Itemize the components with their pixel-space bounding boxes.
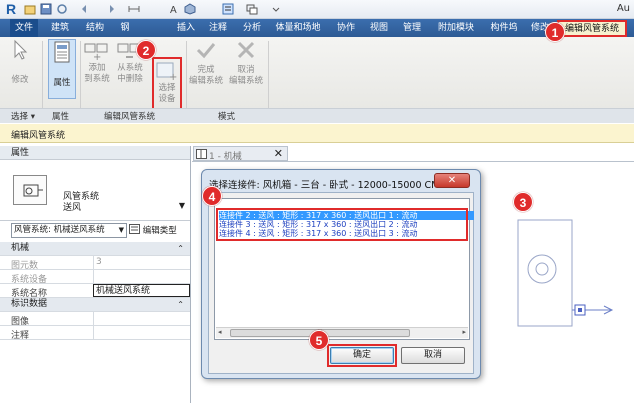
properties-button[interactable]: 属性 [48, 39, 76, 99]
callout-3: 3 [513, 192, 533, 212]
add-to-system-button[interactable]: + 添加 到系统 [82, 39, 112, 85]
measure-icon[interactable] [128, 3, 140, 15]
category-mechanical[interactable]: 机械 ⌃ [0, 242, 190, 256]
dialog-body: 连接件 2 : 送风 : 矩形 : 317 x 360 : 送风出口 1 : 流… [208, 192, 474, 374]
ribbon-tabs: 文件 建筑 结构 钢 插入 注释 分析 体量和场地 协作 视图 管理 附加模块 … [0, 19, 634, 37]
thin-lines-icon[interactable] [222, 3, 234, 15]
redo-icon[interactable] [104, 3, 116, 15]
switch-windows-icon[interactable] [246, 3, 258, 15]
instance-filter-dropdown[interactable]: 风管系统: 机械送风系统 ▼ [11, 223, 127, 238]
scroll-right-icon[interactable]: ▸ [462, 328, 466, 336]
properties-group-label: 属性 [52, 112, 70, 122]
ribbon-group-labels: 选择 ▾ 属性 编辑风管系统 模式 [0, 108, 634, 123]
tab-view[interactable]: 视图 [365, 19, 393, 37]
undo-icon[interactable] [80, 3, 92, 15]
collapse-icon: ⌃ [177, 300, 184, 309]
system-name-field[interactable]: 机械送风系统 [93, 284, 190, 297]
ok-highlight-box [327, 344, 397, 367]
cancel-editing-button[interactable]: 取消 编辑系统 [228, 39, 264, 87]
tab-massing-site[interactable]: 体量和场地 [270, 19, 326, 37]
highlight-box [216, 208, 468, 241]
customize-icon[interactable] [270, 3, 282, 15]
tab-annotate[interactable]: 注释 [204, 19, 232, 37]
options-bar: 编辑风管系统 [0, 124, 634, 143]
scroll-left-icon[interactable]: ◂ [218, 328, 222, 336]
tab-file[interactable]: 文件 [10, 19, 38, 37]
cancel-button[interactable]: 取消 [401, 347, 465, 364]
property-row: 系统设备 [0, 270, 190, 285]
options-bar-label: 编辑风管系统 [11, 131, 66, 141]
select-connector-dialog: 选择连接件: 风机箱 - 三台 - 卧式 - 12000-15000 CMH ✕… [201, 169, 481, 379]
tab-collaborate[interactable]: 协作 [332, 19, 360, 37]
instance-filter-row: 风管系统: 机械送风系统 ▼ 编辑类型 [0, 223, 190, 240]
modify-button[interactable]: 修改 [6, 39, 34, 86]
tab-steel[interactable]: 钢 [115, 19, 135, 37]
dialog-title: 选择连接件: 风机箱 - 三台 - 卧式 - 12000-15000 CMH [209, 180, 447, 191]
connector-list[interactable]: 连接件 2 : 送风 : 矩形 : 317 x 360 : 送风出口 1 : 流… [214, 198, 474, 340]
3d-view-icon[interactable] [184, 3, 196, 15]
duct-system-type-icon [13, 175, 47, 205]
type-dropdown-icon[interactable]: ▼ [179, 201, 185, 210]
property-row: 系统名称 机械送风系统 [0, 284, 190, 299]
callout-4: 4 [202, 186, 222, 206]
callout-5: 5 [309, 330, 329, 350]
mode-group-label: 模式 [218, 112, 236, 122]
edit-duct-system-group-label: 编辑风管系统 [104, 112, 156, 122]
revit-logo[interactable]: R [6, 1, 16, 17]
select-equipment-icon: + [156, 62, 177, 81]
checkmark-icon [196, 43, 216, 59]
sync-icon[interactable] [56, 3, 68, 15]
edit-type-icon [129, 224, 140, 234]
svg-text:+: + [93, 52, 101, 61]
save-icon[interactable] [40, 3, 52, 15]
properties-header: 属性 [0, 146, 190, 160]
tab-edit-duct-system[interactable]: 编辑风管系统 [557, 20, 627, 37]
tab-component-dock[interactable]: 构件坞 [484, 19, 524, 37]
quick-access-toolbar: R A Au [0, 0, 634, 19]
select-equipment-button[interactable]: + 选择 设备 [152, 57, 182, 115]
add-to-system-icon: + [84, 43, 108, 61]
app-title-fragment: Au [616, 3, 630, 14]
finish-editing-button[interactable]: 完成 编辑系统 [188, 39, 224, 87]
close-view-icon[interactable]: ✕ [274, 147, 283, 160]
text-icon[interactable]: A [168, 3, 180, 15]
dialog-close-button[interactable]: ✕ [434, 173, 470, 188]
property-row: 图元数 3 [0, 256, 190, 271]
properties-icon [54, 41, 70, 63]
open-icon[interactable] [24, 3, 36, 15]
tab-architecture[interactable]: 建筑 [46, 19, 74, 37]
tab-manage[interactable]: 管理 [398, 19, 426, 37]
cancel-x-icon [237, 41, 255, 59]
floor-plan-icon [196, 149, 207, 159]
cursor-icon [14, 39, 28, 60]
tab-structure[interactable]: 结构 [81, 19, 109, 37]
svg-text:A: A [170, 5, 177, 15]
view-tab[interactable]: 1 - 机械 ✕ [193, 146, 288, 162]
property-row: 图像 [0, 312, 190, 327]
collapse-icon: ⌃ [177, 244, 184, 253]
tab-analyze[interactable]: 分析 [238, 19, 266, 37]
property-row: 注释 [0, 326, 190, 341]
category-identity-data[interactable]: 标识数据 ⌃ [0, 298, 190, 312]
select-group-label[interactable]: 选择 ▾ [11, 110, 35, 122]
callout-2: 2 [136, 40, 156, 60]
svg-text:+: + [169, 72, 177, 81]
properties-palette: 属性 风管系统 送风 ▼ 风管系统: 机械送风系统 ▼ 编辑类型 机械 ⌃ 图元数 3… [0, 146, 191, 403]
properties-grid: 机械 ⌃ 图元数 3 系统设备 系统名称 机械送风系统 标识数据 ⌃ 图像 注释 [0, 242, 190, 341]
edit-type-button[interactable]: 编辑类型 [129, 224, 177, 236]
tab-add-ins[interactable]: 附加模块 [432, 19, 480, 37]
type-name: 风管系统 送风 [63, 192, 100, 213]
horizontal-scrollbar[interactable]: ◂ III ▸ [216, 327, 468, 338]
tab-insert[interactable]: 插入 [172, 19, 200, 37]
type-selector[interactable]: 风管系统 送风 ▼ [0, 161, 190, 221]
